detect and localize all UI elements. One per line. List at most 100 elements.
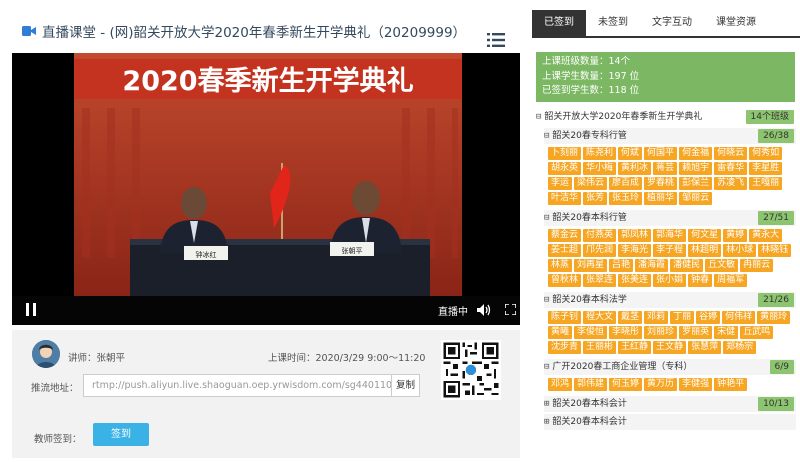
student-chip[interactable]: 周福军	[714, 274, 748, 287]
student-chip[interactable]: 陈子钊	[548, 311, 582, 324]
student-chip[interactable]: 丘武鸣	[740, 326, 774, 339]
push-url-input[interactable]	[84, 375, 394, 396]
collapse-toggle-icon[interactable]: ⊟	[544, 213, 549, 223]
class-group-header[interactable]: ⊞ 韶关20春本科会计 10/13	[544, 396, 796, 412]
copy-button[interactable]: 复制	[391, 375, 419, 396]
student-chip[interactable]: 谷婷	[696, 311, 721, 324]
student-chip[interactable]: 郑杨宗	[723, 341, 757, 354]
student-chip[interactable]: 黄万历	[644, 378, 678, 391]
class-group-header[interactable]: ⊟ 韶关20春本科行管 27/51	[544, 210, 796, 226]
student-chip[interactable]: 李海光	[618, 244, 652, 257]
student-chip[interactable]: 何秀如	[749, 147, 783, 160]
student-chip[interactable]: 苏凌飞	[714, 177, 748, 190]
student-chip[interactable]: 丁丽	[670, 311, 695, 324]
student-chip[interactable]: 宋健	[714, 326, 739, 339]
student-chip[interactable]: 付燕英	[583, 229, 617, 242]
collapse-toggle-icon[interactable]: ⊟	[544, 362, 549, 372]
student-chip[interactable]: 罗丽英	[679, 326, 713, 339]
student-chip[interactable]: 邝先润	[583, 244, 617, 257]
student-chip[interactable]: 梁伟云	[574, 177, 608, 190]
student-chip[interactable]: 叶洁华	[548, 192, 582, 205]
video-player[interactable]: 2020春季新生开学典礼 钟冰红 张朝平	[12, 53, 520, 325]
class-group-header[interactable]: ⊟ 广开2020春工商企业管理（专科） 6/9	[544, 359, 796, 375]
student-chip[interactable]: 潘健民	[670, 259, 704, 272]
volume-icon[interactable]	[477, 304, 491, 316]
student-chip[interactable]: 丘文敏	[705, 259, 739, 272]
student-chip[interactable]: 何斌	[618, 147, 643, 160]
student-chip[interactable]: 黄利冰	[618, 162, 652, 175]
tab-unsigned[interactable]: 未签到	[586, 10, 640, 36]
student-chip[interactable]: 何晓云	[714, 147, 748, 160]
collapse-toggle-icon[interactable]: ⊟	[536, 112, 541, 122]
student-chip[interactable]: 李运	[548, 177, 573, 190]
student-chip[interactable]: 李星胜	[749, 162, 783, 175]
student-chip[interactable]: 郭海华	[653, 229, 687, 242]
collapse-toggle-icon[interactable]: ⊞	[544, 417, 549, 427]
student-chip[interactable]: 蒋芸	[653, 162, 678, 175]
student-chip[interactable]: 陈尧利	[583, 147, 617, 160]
class-group-header[interactable]: ⊟ 韶关20春本科法学 21/26	[544, 292, 796, 308]
student-chip[interactable]: 刘再星	[574, 259, 608, 272]
student-chip[interactable]: 张芳	[583, 192, 608, 205]
student-chip[interactable]: 张小娟	[653, 274, 687, 287]
student-chip[interactable]: 赖旭宇	[679, 162, 713, 175]
student-chip[interactable]: 邹丽云	[679, 192, 713, 205]
student-chip[interactable]: 李晓彤	[609, 326, 643, 339]
tree-root[interactable]: ⊟ 韶关开放大学2020年春季新生开学典礼 14个班级	[536, 108, 796, 126]
tab-resources[interactable]: 课堂资源	[704, 10, 768, 36]
tab-signed[interactable]: 已签到	[532, 10, 586, 36]
collapse-toggle-icon[interactable]: ⊟	[544, 131, 549, 141]
tab-chat[interactable]: 文字互动	[640, 10, 704, 36]
student-chip[interactable]: 潘海霞	[635, 259, 669, 272]
student-chip[interactable]: 黄永大	[749, 229, 783, 242]
student-chip[interactable]: 何伟祥	[722, 311, 756, 324]
student-chip[interactable]: 王红静	[618, 341, 652, 354]
sign-in-button[interactable]: 签到	[93, 423, 149, 446]
student-chip[interactable]: 黄曦	[548, 326, 573, 339]
student-chip[interactable]: 何金福	[679, 147, 713, 160]
student-chip[interactable]: 林超明	[688, 244, 722, 257]
student-chip[interactable]: 张美连	[618, 274, 652, 287]
student-chip[interactable]: 李子程	[653, 244, 687, 257]
class-group-header[interactable]: ⊞ 韶关20春本科会计	[544, 414, 796, 430]
student-chip[interactable]: 蔡金云	[548, 229, 582, 242]
student-chip[interactable]: 卜刻丽	[548, 147, 582, 160]
student-chip[interactable]: 王嘎丽	[749, 177, 783, 190]
student-chip[interactable]: 张玉玲	[609, 192, 643, 205]
fullscreen-icon[interactable]	[505, 304, 516, 315]
student-chip[interactable]: 钟艳平	[714, 378, 748, 391]
student-chip[interactable]: 李俊恒	[574, 326, 608, 339]
student-chip[interactable]: 吕艳	[609, 259, 634, 272]
student-chip[interactable]: 郭伟建	[574, 378, 608, 391]
student-chip[interactable]: 何国平	[644, 147, 678, 160]
student-chip[interactable]: 彭保兰	[679, 177, 713, 190]
student-chip[interactable]: 黄婷	[723, 229, 748, 242]
student-chip[interactable]: 何文星	[688, 229, 722, 242]
student-chip[interactable]: 植丽华	[644, 192, 678, 205]
student-chip[interactable]: 刘丽珍	[644, 326, 678, 339]
student-chip[interactable]: 戴茎	[618, 311, 643, 324]
pause-icon[interactable]	[26, 303, 38, 317]
class-group-header[interactable]: ⊟ 韶关20春专科行管 26/38	[544, 128, 796, 144]
student-chip[interactable]: 何玉婷	[609, 378, 643, 391]
student-chip[interactable]: 胡永英	[548, 162, 582, 175]
student-chip[interactable]: 曾秋林	[548, 274, 582, 287]
student-chip[interactable]: 罗春桃	[644, 177, 678, 190]
student-chip[interactable]: 黄丽玲	[757, 311, 791, 324]
list-menu-icon[interactable]	[487, 33, 505, 47]
student-chip[interactable]: 冉丽云	[740, 259, 774, 272]
student-chip[interactable]: 林小球	[723, 244, 757, 257]
student-chip[interactable]: 雷春华	[714, 162, 748, 175]
collapse-toggle-icon[interactable]: ⊟	[544, 295, 549, 305]
student-chip[interactable]: 华小梅	[583, 162, 617, 175]
student-chip[interactable]: 林晓钰	[758, 244, 792, 257]
collapse-toggle-icon[interactable]: ⊞	[544, 399, 549, 409]
student-chip[interactable]: 沈步青	[548, 341, 582, 354]
student-chip[interactable]: 邓鸿	[548, 378, 573, 391]
student-chip[interactable]: 邓莉	[644, 311, 669, 324]
student-chip[interactable]: 王丽彬	[583, 341, 617, 354]
student-chip[interactable]: 程大文	[583, 311, 617, 324]
student-chip[interactable]: 张慧萍	[688, 341, 722, 354]
student-chip[interactable]: 钟春	[688, 274, 713, 287]
student-chip[interactable]: 郭凤林	[618, 229, 652, 242]
